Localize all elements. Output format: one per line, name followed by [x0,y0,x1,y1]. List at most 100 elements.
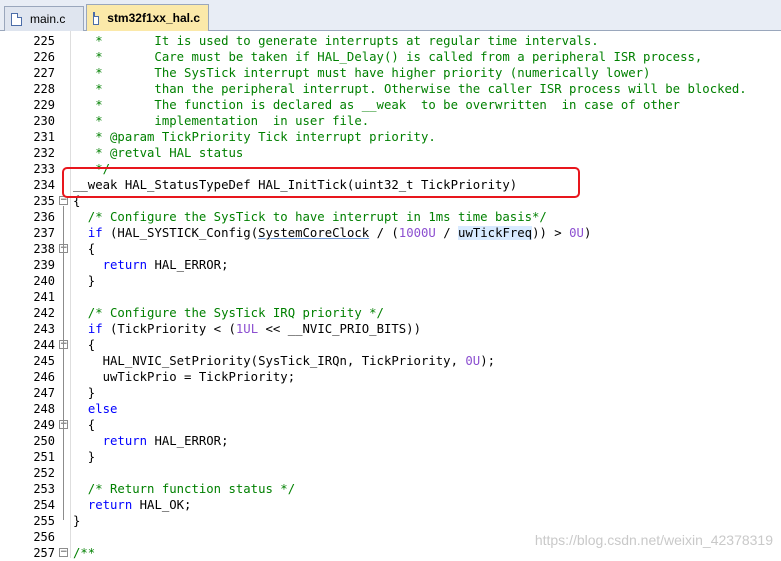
fold-guide-line [63,350,64,392]
line-number: 239 [33,258,55,272]
code-line[interactable]: 237 if (HAL_SYSTICK_Config(SystemCoreClo… [0,225,781,241]
line-number: 248 [33,402,55,416]
code-line[interactable]: 239 return HAL_ERROR; [0,257,781,273]
line-number: 229 [33,98,55,112]
code-line[interactable]: 253 /* Return function status */ [0,481,781,497]
code-line[interactable]: 229 * The function is declared as __weak… [0,97,781,113]
line-number: 238 [33,242,55,256]
line-number: 245 [33,354,55,368]
code-line[interactable]: 255} [0,513,781,529]
line-number: 255 [33,514,55,528]
tab-label: main.c [30,12,66,26]
line-number: 236 [33,210,55,224]
code-line[interactable]: 249− { [0,417,781,433]
code-text: * @retval HAL status [73,146,244,160]
line-number: 244 [33,338,55,352]
code-line[interactable]: 243 if (TickPriority < (1UL << __NVIC_PR… [0,321,781,337]
code-text: return HAL_ERROR; [102,434,229,448]
editor-tab-bar: main.c stm32f1xx_hal.c [0,0,781,31]
code-text: /* Return function status */ [73,482,296,496]
code-line[interactable]: 245 HAL_NVIC_SetPriority(SysTick_IRQn, T… [0,353,781,369]
code-line[interactable]: 227 * The SysTick interrupt must have hi… [0,65,781,81]
code-line[interactable]: 248 else [0,401,781,417]
code-line[interactable]: 246 uwTickPrio = TickPriority; [0,369,781,385]
code-text: return HAL_OK; [87,498,192,512]
code-text: } [73,274,96,288]
code-line[interactable]: 225 * It is used to generate interrupts … [0,33,781,49]
code-text: { [73,338,96,352]
code-text: } [73,514,81,528]
line-number: 227 [33,66,55,80]
code-text: * @param TickPriority Tick interrupt pri… [73,130,436,144]
line-number: 226 [33,50,55,64]
fold-collapse-icon[interactable]: − [59,548,68,557]
line-number: 240 [33,274,55,288]
c-file-icon [11,12,22,26]
code-line[interactable]: 250 return HAL_ERROR; [0,433,781,449]
line-number: 257 [33,546,55,560]
code-text: /** [73,546,96,560]
line-number: 231 [33,130,55,144]
code-text: * than the peripheral interrupt. Otherwi… [73,82,747,96]
tab-main-c[interactable]: main.c [4,6,84,31]
code-line[interactable]: 240 } [0,273,781,289]
code-text: /* Configure the SysTick to have interru… [73,210,547,224]
code-line[interactable]: 230 * implementation in user file. [0,113,781,129]
tab-stm32f1xx-hal-c[interactable]: stm32f1xx_hal.c [86,4,209,31]
line-number: 225 [33,34,55,48]
code-text: if (HAL_SYSTICK_Config(SystemCoreClock /… [87,226,592,240]
code-line[interactable]: 228 * than the peripheral interrupt. Oth… [0,81,781,97]
c-file-icon [93,11,100,25]
code-line[interactable]: 251 } [0,449,781,465]
code-text: * The SysTick interrupt must have higher… [73,66,651,80]
code-text: * It is used to generate interrupts at r… [73,34,599,48]
code-text: if (TickPriority < (1UL << __NVIC_PRIO_B… [87,322,421,336]
code-line[interactable]: 244− { [0,337,781,353]
code-text: * Care must be taken if HAL_Delay() is c… [73,50,703,64]
code-text: HAL_NVIC_SetPriority(SysTick_IRQn, TickP… [73,354,496,368]
line-number: 251 [33,450,55,464]
highlight-box [62,167,580,198]
watermark: https://blog.csdn.net/weixin_42378319 [534,532,773,548]
line-number: 242 [33,306,55,320]
code-line[interactable]: 238− { [0,241,781,257]
line-number: 228 [33,82,55,96]
code-text: else [87,402,118,416]
code-text: * implementation in user file. [73,114,370,128]
line-number: 249 [33,418,55,432]
line-number: 235 [33,194,55,208]
code-line[interactable]: 231 * @param TickPriority Tick interrupt… [0,129,781,145]
code-line[interactable]: 236 /* Configure the SysTick to have int… [0,209,781,225]
code-text: } [73,386,96,400]
code-line[interactable]: 241 [0,289,781,305]
code-text: uwTickPrio = TickPriority; [73,370,296,384]
line-number: 247 [33,386,55,400]
code-line[interactable]: 254 return HAL_OK; [0,497,781,513]
line-number: 253 [33,482,55,496]
code-text: { [73,418,96,432]
code-line[interactable]: 232 * @retval HAL status [0,145,781,161]
code-editor[interactable]: 225 * It is used to generate interrupts … [0,31,781,560]
line-number: 252 [33,466,55,480]
line-number: 250 [33,434,55,448]
code-text: } [73,450,96,464]
line-number: 243 [33,322,55,336]
code-line[interactable]: 252 [0,465,781,481]
tab-label: stm32f1xx_hal.c [107,11,200,25]
code-line[interactable]: 242 /* Configure the SysTick IRQ priorit… [0,305,781,321]
fold-guide-line [63,430,64,456]
line-number: 233 [33,162,55,176]
line-number: 230 [33,114,55,128]
code-line[interactable]: 247 } [0,385,781,401]
line-number: 254 [33,498,55,512]
line-number: 241 [33,290,55,304]
code-text: return HAL_ERROR; [102,258,229,272]
line-number: 232 [33,146,55,160]
line-number: 256 [33,530,55,544]
fold-guide-line [63,254,64,280]
code-text: { [73,242,96,256]
code-line[interactable]: 226 * Care must be taken if HAL_Delay() … [0,49,781,65]
line-number: 234 [33,178,55,192]
code-text: * The function is declared as __weak to … [73,98,681,112]
line-number: 246 [33,370,55,384]
